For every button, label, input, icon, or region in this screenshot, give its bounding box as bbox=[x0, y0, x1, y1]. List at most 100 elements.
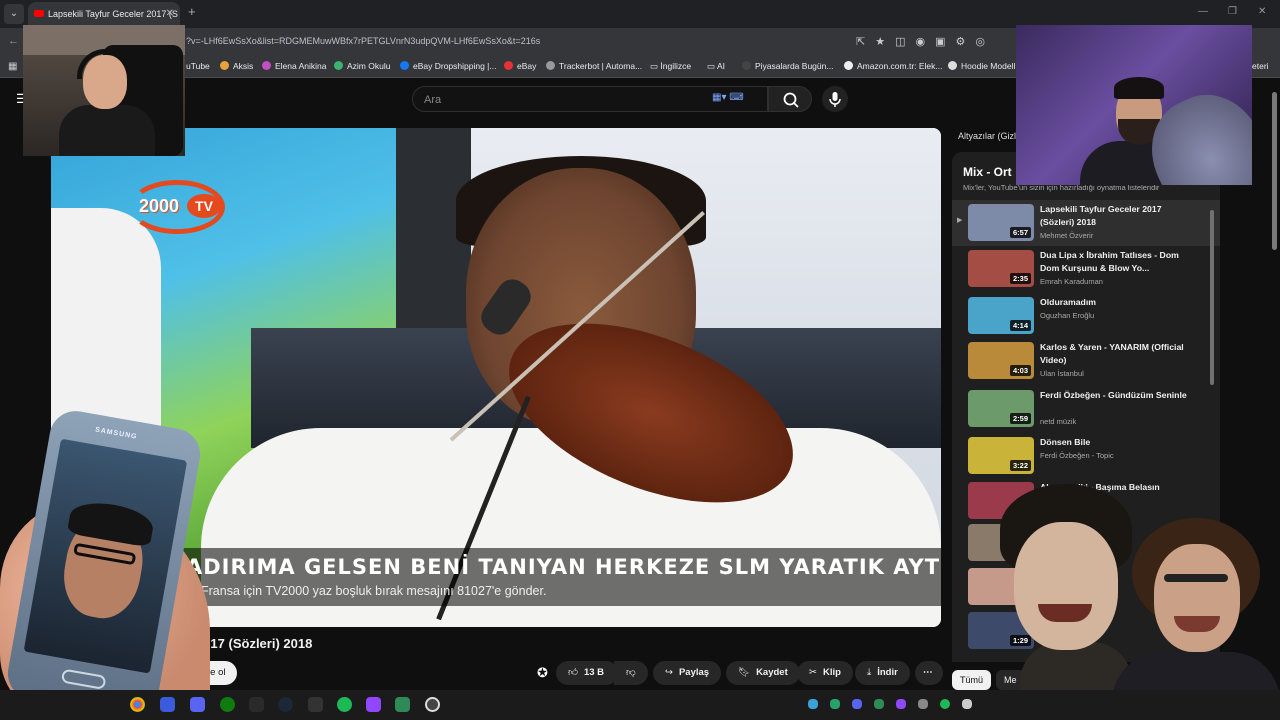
playlist-item[interactable]: 2:59 Ferdi Özbeğen - Gündüzüm Seninle netd… bbox=[952, 386, 1220, 432]
bookmark-icon bbox=[220, 61, 229, 70]
voice-search-button[interactable] bbox=[822, 86, 848, 112]
discord-taskbar-icon[interactable] bbox=[190, 697, 205, 712]
meme-face bbox=[1014, 522, 1118, 650]
playlist-thumbnail[interactable]: 4:03 bbox=[968, 342, 1034, 379]
playlist-item-channel: Mehmet Özverir bbox=[1040, 231, 1094, 240]
search-button[interactable] bbox=[768, 86, 812, 112]
clip-button[interactable]: ✂ Klip bbox=[797, 661, 853, 685]
meme-glasses bbox=[1164, 574, 1228, 582]
download-icon: ⤓ bbox=[867, 667, 872, 678]
playlist-item-channel: Ferdi Özbeğen - Topic bbox=[1040, 451, 1114, 460]
playlist-thumbnail[interactable]: 2:35 bbox=[968, 250, 1034, 287]
search-icon bbox=[783, 92, 799, 108]
playlist-thumbnail[interactable]: 2:59 bbox=[968, 390, 1034, 427]
close-tab-icon[interactable]: ✕ bbox=[166, 2, 174, 26]
tray-icon[interactable] bbox=[962, 699, 972, 709]
obs-taskbar-icon[interactable] bbox=[425, 697, 440, 712]
keyboard-icon[interactable]: ▦▾ ⌨ bbox=[712, 92, 744, 103]
video-duration: 6:57 bbox=[1009, 227, 1031, 238]
bookmark-item[interactable]: Piyasalarda Bugün... bbox=[742, 61, 833, 71]
minimize-icon[interactable]: — bbox=[1198, 6, 1208, 17]
tab-title: Lapsekili Tayfur Geceler 2017 (S bbox=[48, 9, 178, 19]
tray-icon[interactable] bbox=[830, 699, 840, 709]
bookmark-item[interactable]: eBay Dropshipping |... bbox=[400, 61, 496, 71]
video-duration: 2:35 bbox=[1009, 273, 1031, 284]
sparkle-icon[interactable]: ✪ bbox=[537, 665, 548, 681]
phone-screen bbox=[23, 438, 188, 674]
playlist-item-title: Olduramadım bbox=[1040, 297, 1096, 307]
dislike-button[interactable]: 👎︎ bbox=[614, 661, 648, 685]
epic-games-taskbar-icon[interactable] bbox=[249, 697, 264, 712]
folder-icon: ▭ bbox=[707, 61, 717, 71]
tray-icon[interactable] bbox=[852, 699, 862, 709]
bookmark-folder[interactable]: ▭ İngilizce bbox=[650, 61, 691, 72]
browser-tab-active[interactable]: Lapsekili Tayfur Geceler 2017 (S ✕ bbox=[28, 2, 180, 26]
app-taskbar-icon[interactable] bbox=[160, 697, 175, 712]
bookmark-item[interactable]: Elena Anikina bbox=[262, 61, 327, 71]
close-window-icon[interactable]: ✕ bbox=[1258, 6, 1266, 17]
tray-icon[interactable] bbox=[808, 699, 818, 709]
playlist-item-channel: Oguzhan Eroğlu bbox=[1040, 311, 1095, 320]
bookmark-item[interactable]: Aksis bbox=[220, 61, 253, 71]
like-button[interactable]: 👍︎ 13 B bbox=[556, 661, 618, 685]
video-duration: 4:03 bbox=[1009, 365, 1031, 376]
download-button[interactable]: ⤓ İndir bbox=[855, 661, 910, 685]
share-icon: ↪ bbox=[665, 667, 673, 678]
bookmark-item[interactable]: Azim Okulu bbox=[334, 61, 390, 71]
streamer-body bbox=[59, 105, 155, 156]
bookmark-icon: 🔖︎ bbox=[738, 667, 751, 678]
address-url[interactable]: ?v=-LHf6EwSsXo&list=RDGMEMuwWBfx7rPETGLV… bbox=[186, 36, 540, 46]
chip-all[interactable]: Tümü bbox=[952, 670, 992, 690]
tab-search-chevron-icon[interactable]: ⌄ bbox=[4, 4, 24, 24]
bookmark-item[interactable]: Amazon.com.tr: Elek... bbox=[844, 61, 943, 71]
streamer-hair bbox=[1114, 77, 1164, 99]
playlist-thumbnail[interactable]: 3:22 bbox=[968, 437, 1034, 474]
playlist-thumbnail[interactable]: 4:14 bbox=[968, 297, 1034, 334]
facebook-icon bbox=[400, 61, 409, 70]
steam-taskbar-icon[interactable] bbox=[278, 697, 293, 712]
tray-icon[interactable] bbox=[940, 699, 950, 709]
page-scrollbar[interactable] bbox=[1272, 92, 1277, 250]
playlist-item[interactable]: 4:14 Olduramadım Oguzhan Eroğlu bbox=[952, 293, 1220, 339]
tray-icon[interactable] bbox=[896, 699, 906, 709]
new-tab-icon[interactable]: + bbox=[188, 4, 196, 19]
search-placeholder: Ara bbox=[424, 94, 442, 106]
back-arrow-icon[interactable]: ← bbox=[8, 35, 19, 47]
tray-icon[interactable] bbox=[918, 699, 928, 709]
phone-home-button bbox=[60, 668, 107, 690]
playlist-item-title: Ferdi Özbeğen - Gündüzüm Seninle bbox=[1040, 390, 1187, 400]
meme-face bbox=[1154, 544, 1240, 652]
ebay-icon bbox=[504, 61, 513, 70]
bookmark-item[interactable]: uTube bbox=[186, 61, 210, 71]
share-button[interactable]: ↪ Paylaş bbox=[653, 661, 722, 685]
bookmark-folder[interactable]: ▭ AI bbox=[707, 61, 725, 72]
bookmark-item[interactable]: eBay bbox=[504, 61, 536, 71]
playlist-item-channel: Ulan İstanbul bbox=[1040, 369, 1084, 378]
xbox-taskbar-icon[interactable] bbox=[220, 697, 235, 712]
more-actions-button[interactable]: ⋯ bbox=[915, 661, 943, 685]
chrome-taskbar-icon[interactable] bbox=[130, 697, 145, 712]
scissors-icon: ✂ bbox=[809, 667, 817, 678]
playlist-item[interactable]: 2:35 Dua Lipa x İbrahim Tatlıses - Dom Do… bbox=[952, 246, 1220, 292]
playlist-item-title: Karlos & Yaren - YANARIM (Official Video… bbox=[1040, 342, 1184, 365]
extension-icons[interactable]: ⇱★◫◉▣⚙◎ bbox=[856, 35, 995, 48]
subtitles-label[interactable]: Altyazılar (Gizl bbox=[958, 131, 1016, 141]
playlist-item[interactable]: ▶ 6:57 Lapsekili Tayfur Geceler 2017 (Sözl… bbox=[952, 200, 1220, 246]
playlist-item[interactable]: 4:03 Karlos & Yaren - YANARIM (Official V… bbox=[952, 338, 1220, 384]
app-taskbar-icon[interactable] bbox=[395, 697, 410, 712]
apps-grid-icon[interactable]: ▦ bbox=[8, 61, 19, 72]
maximize-icon[interactable]: ❐ bbox=[1228, 6, 1237, 17]
bookmark-item[interactable]: Trackerbot | Automa... bbox=[546, 61, 642, 71]
playlist-scrollbar[interactable] bbox=[1210, 210, 1214, 385]
youtube-favicon-icon bbox=[34, 10, 44, 17]
playlist-item[interactable]: 3:22 Dönsen Bile Ferdi Özbeğen - Topic bbox=[952, 433, 1220, 479]
tray-icon[interactable] bbox=[874, 699, 884, 709]
playlist-thumbnail[interactable]: 6:57 bbox=[968, 204, 1034, 241]
save-button[interactable]: 🔖︎ Kaydet bbox=[726, 661, 800, 685]
twitch-taskbar-icon[interactable] bbox=[366, 697, 381, 712]
bookmark-item[interactable]: Hoodie Modell bbox=[948, 61, 1015, 71]
spotify-taskbar-icon[interactable] bbox=[337, 697, 352, 712]
mix-title: Mix - Ort bbox=[963, 165, 1012, 179]
bookmark-item[interactable]: eteri bbox=[1252, 61, 1269, 71]
app-taskbar-icon[interactable] bbox=[308, 697, 323, 712]
